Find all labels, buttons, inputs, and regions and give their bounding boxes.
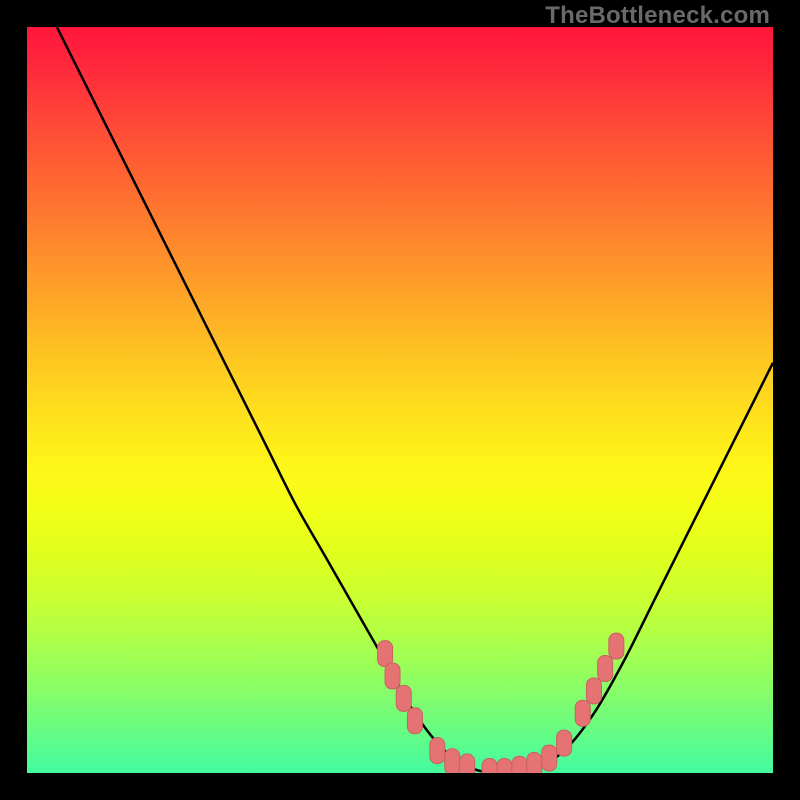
data-marker	[575, 700, 590, 726]
data-marker	[586, 678, 601, 704]
data-marker	[512, 756, 527, 773]
chart-frame: TheBottleneck.com	[0, 0, 800, 800]
data-marker	[497, 759, 512, 773]
data-marker	[527, 753, 542, 773]
data-marker	[430, 738, 445, 764]
data-marker	[482, 759, 497, 773]
data-marker	[542, 745, 557, 771]
data-marker	[460, 754, 475, 773]
watermark-text: TheBottleneck.com	[545, 2, 770, 30]
chart-svg	[27, 27, 773, 773]
data-marker	[396, 685, 411, 711]
plot-area	[27, 27, 773, 773]
data-marker	[598, 656, 613, 682]
data-marker	[445, 749, 460, 773]
bottleneck-curve	[57, 27, 773, 773]
data-marker	[557, 730, 572, 756]
data-marker	[609, 633, 624, 659]
data-marker	[407, 708, 422, 734]
data-marker	[385, 663, 400, 689]
